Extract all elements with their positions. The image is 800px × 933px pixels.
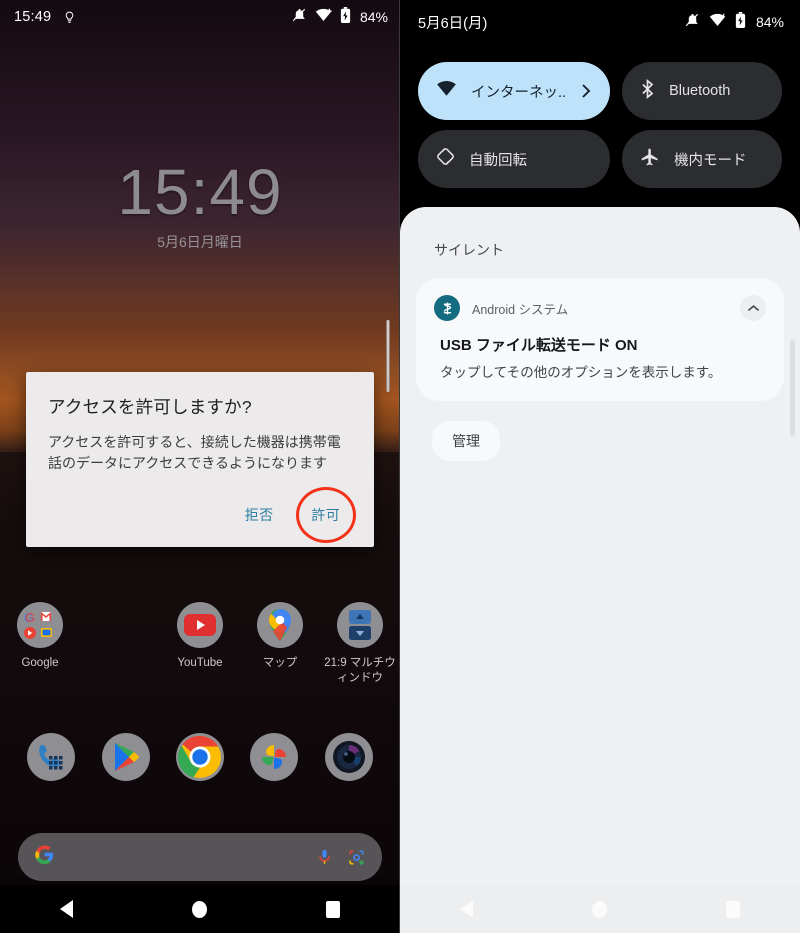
app-label: YouTube: [177, 657, 223, 669]
status-time: 15:49: [14, 9, 52, 25]
qs-tile-internet[interactable]: インターネッ..: [418, 62, 611, 120]
dialog-actions: 拒否 許可: [48, 497, 352, 537]
phone-icon[interactable]: [27, 733, 76, 781]
left-status-icons: 84%: [292, 6, 388, 28]
google-search-bar[interactable]: [18, 833, 382, 881]
airplane-icon: [640, 147, 660, 172]
screen-divider: [399, 0, 400, 933]
deny-button[interactable]: 拒否: [233, 497, 286, 533]
dialog-title: アクセスを許可しますか?: [48, 397, 252, 417]
app-item-youtube[interactable]: YouTube: [161, 602, 239, 686]
notification-app-name: Android システム: [472, 302, 569, 317]
notification-header: Android システム: [434, 295, 766, 321]
chevron-up-icon[interactable]: [740, 295, 766, 321]
google-g-icon: [34, 844, 55, 870]
qs-tile-label: 自動回転: [469, 152, 527, 169]
google-folder-icon: G G: [17, 602, 63, 648]
notification-text: タップしてその他のオプションを表示します。: [440, 365, 722, 380]
home-app-row: G G Google YouTube マップ 21:9 マルチウィンドウ: [0, 602, 400, 686]
wifi-icon: [315, 8, 332, 27]
app-label: マップ: [262, 657, 298, 669]
qs-tile-label: インターネッ..: [471, 84, 567, 101]
maps-icon: [257, 602, 303, 648]
notification-section-header: サイレント: [434, 242, 504, 258]
wifi-icon: [709, 13, 726, 32]
app-item-maps[interactable]: マップ: [241, 602, 319, 686]
status-date: 5月6日(月): [418, 15, 488, 32]
qs-tile-airplane-mode[interactable]: 機内モード: [622, 130, 782, 188]
android-system-icon: [434, 295, 460, 321]
chrome-icon[interactable]: [175, 733, 224, 781]
play-store-icon[interactable]: [101, 733, 150, 781]
notification-shade: サイレント Android システム USB ファイル転送モード ON タップし…: [400, 207, 800, 885]
nav-recents-button[interactable]: [326, 900, 341, 918]
nav-recents-button[interactable]: [726, 900, 741, 918]
app-item-google-folder[interactable]: G G Google: [1, 602, 79, 686]
dialog-body: アクセスを許可すると、接続した機器は携帯電話のデータにアクセスできるようになりま…: [48, 434, 341, 472]
usb-access-permission-dialog: アクセスを許可しますか? アクセスを許可すると、接続した機器は携帯電話のデータに…: [26, 372, 374, 547]
screen-edge-indicator: [386, 320, 390, 392]
manage-notifications-button[interactable]: 管理: [432, 421, 500, 461]
right-navigation-bar: [400, 885, 800, 933]
left-screen-lockscreen: 15:49 84% 15:49 5月6日月曜日 アクセスを許可しますか? アクセ…: [0, 0, 400, 933]
auto-rotate-icon: [436, 147, 455, 171]
left-navigation-bar: [0, 885, 400, 933]
battery-icon: [340, 6, 351, 28]
dual-screenshot: 15:49 84% 15:49 5月6日月曜日 アクセスを許可しますか? アクセ…: [0, 0, 800, 933]
bluetooth-icon: [640, 78, 655, 104]
clock-date: 5月6日月曜日: [157, 234, 243, 250]
multiwindow-icon: [337, 602, 383, 648]
bulb-icon: [63, 10, 76, 25]
qs-tile-bluetooth[interactable]: Bluetooth: [622, 62, 782, 120]
nav-back-button[interactable]: [459, 900, 473, 918]
allow-button[interactable]: 許可: [299, 497, 352, 533]
nav-back-button[interactable]: [59, 900, 73, 918]
app-label: 21:9 マルチウィンドウ: [324, 657, 396, 684]
notification-title: USB ファイル転送モード ON: [440, 337, 638, 354]
lens-icon[interactable]: [347, 848, 366, 867]
photos-icon[interactable]: [250, 733, 299, 781]
notification-item[interactable]: Android システム USB ファイル転送モード ON タップしてその他のオ…: [416, 278, 784, 401]
camera-icon[interactable]: [324, 733, 373, 781]
notifications-off-icon: [685, 12, 700, 32]
battery-percent: 84%: [755, 14, 784, 30]
battery-percent: 84%: [359, 9, 388, 25]
battery-icon: [735, 11, 746, 33]
clock-time: 15:49: [117, 156, 283, 228]
youtube-icon: [177, 602, 223, 648]
qs-tile-label: Bluetooth: [669, 83, 731, 99]
app-label: Google: [21, 657, 59, 669]
chevron-right-icon[interactable]: [580, 83, 592, 99]
quick-settings-grid: インターネッ.. Bluetooth 自動回転 機内モード: [418, 62, 782, 188]
notifications-off-icon: [292, 7, 307, 27]
right-status-bar: 5月6日(月) 84%: [400, 0, 800, 44]
right-screen-quicksettings: 5月6日(月) 84% インターネッ.. Bluetooth 自動回転 機内モー…: [400, 0, 800, 933]
home-dock: [0, 733, 400, 781]
nav-home-button[interactable]: [191, 900, 207, 918]
svg-text:G: G: [25, 610, 35, 625]
app-item-multiwindow[interactable]: 21:9 マルチウィンドウ: [321, 602, 399, 686]
lockscreen-clock: 15:49 5月6日月曜日: [0, 160, 400, 252]
qs-tile-label: 機内モード: [674, 152, 747, 169]
microphone-icon[interactable]: [316, 847, 333, 867]
notification-scrollbar[interactable]: [790, 340, 795, 436]
right-status-icons: 84%: [685, 11, 784, 33]
wifi-icon: [436, 80, 457, 102]
left-status-bar: 15:49 84%: [0, 0, 400, 34]
nav-home-button[interactable]: [591, 900, 607, 918]
qs-tile-auto-rotate[interactable]: 自動回転: [418, 130, 611, 188]
